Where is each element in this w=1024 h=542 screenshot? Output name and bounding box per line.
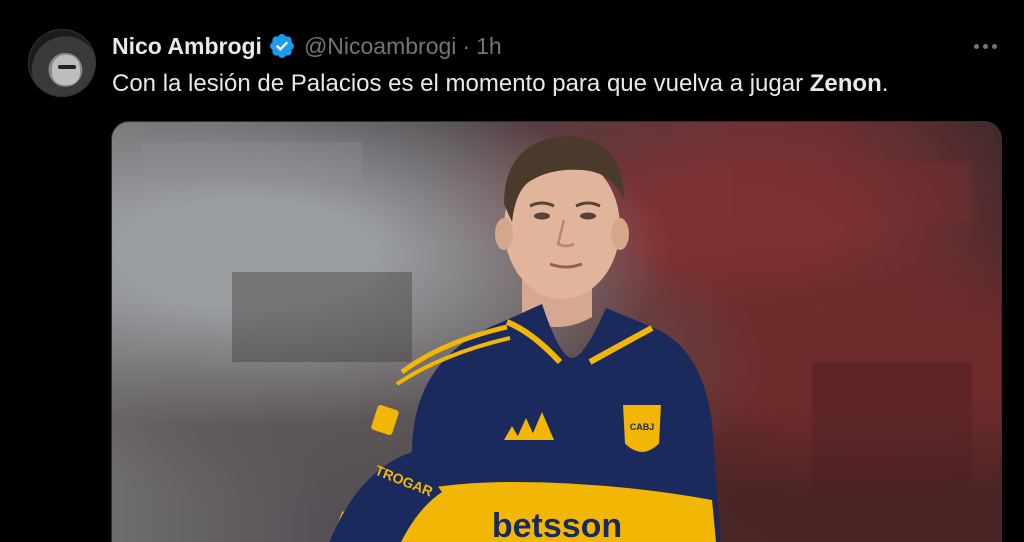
- avatar-glasses: [58, 65, 76, 69]
- timestamp[interactable]: 1h: [476, 33, 502, 60]
- tweet-media-photo[interactable]: CABJ betsson TROGAR: [111, 121, 1002, 542]
- tweet-text-plain: Con la lesión de Palacios es el momento …: [112, 70, 810, 97]
- tweet-header: Nico Ambrogi @Nicoambrogi · 1h: [112, 30, 502, 62]
- tweet-text-end: .: [881, 70, 889, 97]
- tweet-text-bold: Zenon: [809, 70, 882, 97]
- sponsor-text: betsson: [492, 507, 622, 542]
- verified-badge-icon[interactable]: [268, 32, 296, 60]
- avatar-face: [52, 55, 80, 85]
- tweet-text: Con la lesión de Palacios es el momento …: [112, 68, 888, 100]
- more-dot: [991, 43, 997, 49]
- author-name[interactable]: Nico Ambrogi: [112, 33, 262, 60]
- more-dot: [982, 43, 988, 49]
- more-dot: [973, 43, 979, 49]
- separator-dot: ·: [462, 32, 471, 59]
- crest-text: CABJ: [630, 422, 655, 432]
- author-handle[interactable]: @Nicoambrogi: [304, 33, 456, 60]
- player-photo-illustration: CABJ betsson TROGAR: [142, 136, 972, 542]
- more-options-icon[interactable]: [968, 32, 1002, 60]
- tweet-card[interactable]: Nico Ambrogi @Nicoambrogi · 1h Con la le…: [0, 0, 1024, 542]
- avatar[interactable]: [28, 29, 96, 97]
